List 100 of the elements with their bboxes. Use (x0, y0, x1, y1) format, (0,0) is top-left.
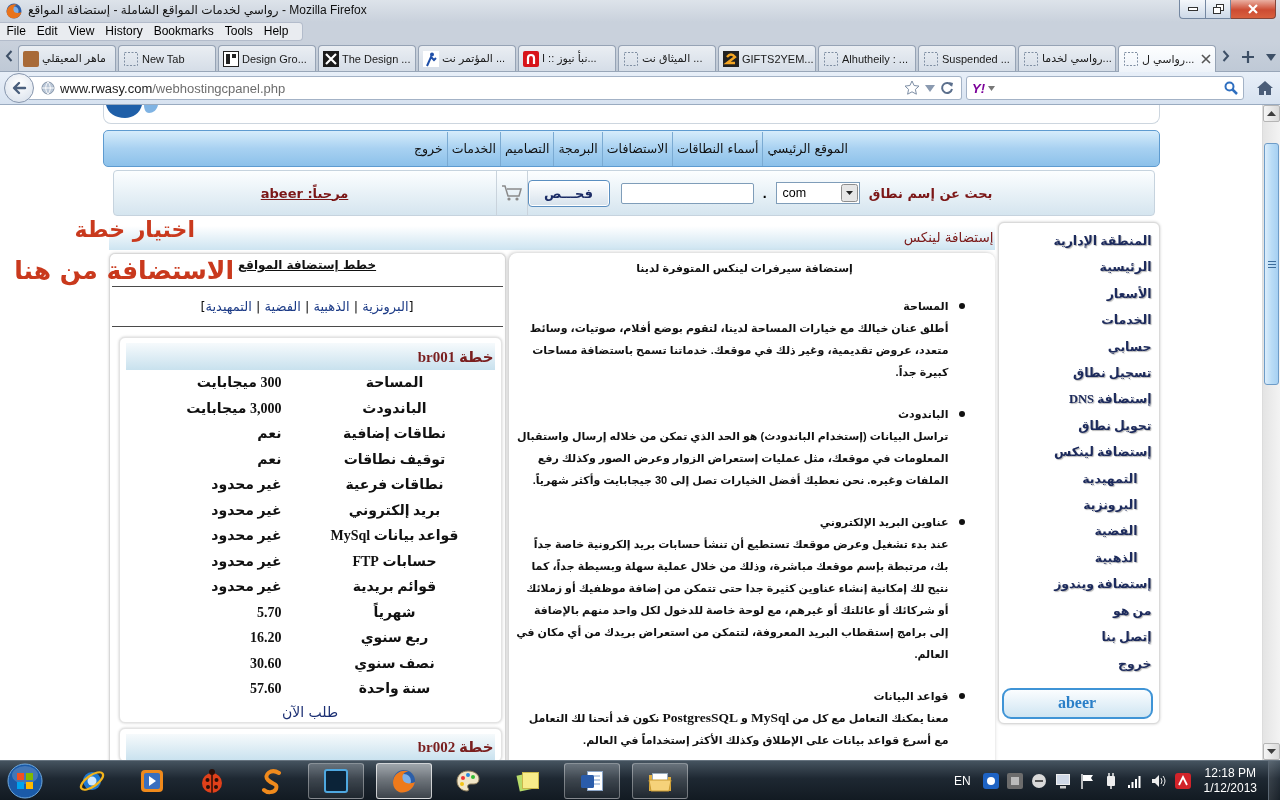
nav-link[interactable]: الموقع الرئيسي (762, 131, 852, 166)
scroll-down-button[interactable] (1263, 743, 1280, 760)
taskbar-button[interactable] (376, 762, 432, 799)
clock-date[interactable]: 1/12/2013 (1203, 780, 1257, 796)
tab[interactable]: Design Gro... (218, 45, 316, 71)
photo-icon (23, 50, 39, 67)
tab[interactable]: رواسي ل... (1118, 45, 1216, 72)
plus-icon[interactable] (1242, 51, 1254, 63)
sidebar-item[interactable]: إتصل بنا (1101, 624, 1152, 651)
tab[interactable]: ماهر المعيقلي (18, 45, 116, 71)
sidebar-item[interactable]: تسجيل نطاق (1072, 360, 1152, 387)
taskbar-button[interactable] (632, 762, 688, 799)
spec-value: 5.70 (256, 603, 283, 622)
tab[interactable]: GIFTS2YEM... (718, 45, 816, 71)
tile-icon[interactable] (982, 772, 999, 789)
clock-time[interactable]: 12:18 PM (1204, 765, 1256, 781)
app-tile-icon[interactable] (1174, 772, 1191, 789)
scroll-up-button[interactable] (1263, 105, 1280, 122)
menu-item[interactable]: Help (258, 23, 294, 40)
home-icon[interactable] (1256, 80, 1274, 96)
nav-link[interactable]: أسماء النطاقات (671, 131, 763, 166)
flag-icon[interactable] (1078, 772, 1095, 789)
sidebar-item[interactable]: البرونزية (1083, 492, 1138, 519)
menu-item[interactable]: Bookmarks (148, 23, 220, 40)
check-button[interactable]: فحـــص (527, 179, 610, 207)
feature-title: المساحة (903, 299, 949, 314)
order-link[interactable]: طلب الآن (281, 703, 339, 720)
spec-value: غير محدود (210, 476, 283, 495)
cart-icon[interactable] (500, 184, 523, 202)
fox-globe-icon (6, 3, 22, 19)
search-engine-logo[interactable]: Y! (972, 80, 985, 96)
menu-item[interactable]: History (99, 23, 149, 40)
plan-link[interactable]: التمهيدية (205, 299, 252, 314)
sidebar-item[interactable]: الرئيسية (1099, 254, 1152, 281)
sidebar-item[interactable]: الفضية (1094, 518, 1138, 545)
star-icon[interactable] (904, 80, 920, 96)
nav-link[interactable]: البرمجة (553, 131, 602, 166)
square-logo-icon (223, 50, 239, 67)
tld-select[interactable]: com (775, 182, 860, 204)
chevron-left-icon[interactable] (5, 50, 13, 62)
window-title: رواسي لخدمات المواقع الشاملة - إستضافة المواقع - Mozilla Firefox (28, 2, 367, 20)
sidebar-item[interactable]: الذهبية (1094, 544, 1138, 572)
sidebar-item[interactable]: إستضافة ويندوز (1054, 571, 1152, 598)
domain-input[interactable] (620, 182, 754, 204)
sidebar-item[interactable]: التمهيدية (1082, 465, 1138, 493)
language-indicator[interactable]: EN (953, 773, 971, 788)
spec-value: غير محدود (210, 501, 283, 521)
menu-item[interactable]: File (1, 23, 32, 40)
search-icon[interactable] (1224, 81, 1238, 95)
sidebar-item[interactable]: إستضافة لينكس (1054, 439, 1152, 466)
sidebar-item[interactable]: حسابي (1107, 333, 1152, 361)
tab[interactable]: New Tab (118, 45, 216, 71)
address-field[interactable]: www.rwasy.com/webhostingcpanel.php (29, 76, 962, 100)
plan-link[interactable]: الفضية (264, 299, 301, 314)
back-button[interactable] (4, 73, 34, 103)
sidebar-item[interactable]: الأسعار (1106, 280, 1152, 308)
user-button[interactable]: abeer (1001, 687, 1153, 719)
restore-button[interactable] (1205, 0, 1231, 19)
chevron-right-icon[interactable] (1222, 50, 1230, 62)
sidebar-item[interactable]: المنطقة الإدارية (1053, 228, 1152, 255)
minus-circle-icon[interactable] (1030, 772, 1047, 789)
plan-link[interactable]: الذهبية (313, 299, 350, 314)
menu-item[interactable]: Edit (31, 23, 64, 40)
taskbar-button[interactable] (564, 762, 620, 799)
nav-link[interactable]: الخدمات (446, 131, 500, 166)
menu-item[interactable]: View (63, 23, 100, 40)
plan-link[interactable]: البرونزية (362, 299, 409, 314)
monitor-icon[interactable] (1054, 772, 1071, 789)
tab[interactable]: نبأ نيوز :: ا... (518, 45, 616, 71)
minimize-button[interactable] (1179, 0, 1205, 19)
caret-down-icon[interactable] (988, 85, 995, 91)
close-button[interactable] (1231, 0, 1276, 19)
tab[interactable]: المؤتمر نت ... (418, 45, 516, 71)
nav-link[interactable]: التصاميم (499, 131, 554, 166)
spec-label: شهرياً (372, 601, 417, 623)
start-orb-icon[interactable] (7, 762, 43, 799)
search-field[interactable]: Y! (966, 76, 1244, 100)
menu-item[interactable]: Tools (219, 23, 259, 40)
sidebar-item[interactable]: إستضافة DNS (1068, 386, 1152, 413)
sidebar-item[interactable]: من هو (1112, 597, 1152, 625)
reload-icon[interactable] (940, 81, 954, 95)
sidebar-item[interactable]: خروج (1117, 650, 1152, 677)
nav-link[interactable]: خروج (410, 131, 447, 166)
sidebar-item[interactable]: تحويل نطاق (1078, 412, 1152, 440)
scrollbar-thumb[interactable] (1264, 143, 1279, 385)
spec-label: سنة واحدة (357, 680, 432, 699)
tab[interactable]: The Design ... (318, 45, 416, 71)
tab[interactable]: Alhutheily : ... (818, 45, 916, 71)
sidebar-item[interactable]: الخدمات (1101, 307, 1152, 334)
taskbar-button[interactable] (308, 762, 364, 799)
tab[interactable]: Suspended ... (918, 45, 1016, 71)
nav-link[interactable]: الاستضافات (601, 131, 672, 166)
caret-down-icon[interactable] (1266, 54, 1276, 61)
caret-down-icon[interactable] (925, 84, 935, 92)
tile-icon[interactable] (1006, 772, 1023, 789)
greeting-link[interactable]: مرحباً: abeer (260, 185, 349, 201)
tab[interactable]: الميثاق نت ... (618, 45, 716, 71)
tab[interactable]: رواسي لخدما... (1018, 45, 1116, 71)
close-icon[interactable] (1201, 54, 1211, 64)
annotation-text: الاستضافة من هنا (14, 255, 234, 287)
